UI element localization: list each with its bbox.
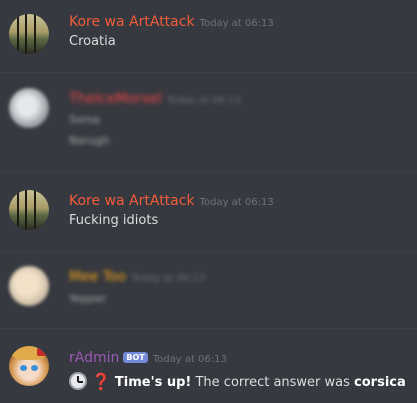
timestamp: Today at 06:13 [166, 95, 241, 106]
timestamp: Today at 06:13 [131, 273, 206, 284]
message-text: Croatia [69, 34, 116, 49]
username[interactable]: Kore wa ArtAttack [69, 14, 195, 30]
avatar-eye [31, 365, 38, 371]
username[interactable]: rAdmin [69, 350, 119, 366]
timestamp: Today at 06:13 [199, 18, 274, 29]
avatar[interactable] [9, 88, 49, 128]
username[interactable]: TheIceMorsel [69, 91, 162, 107]
question-icon: ❓ [91, 372, 111, 391]
bot-tag: BOT [123, 352, 148, 363]
divider [0, 251, 417, 252]
avatar-ribbon [37, 348, 47, 356]
username[interactable]: Kore wa ArtAttack [69, 193, 195, 209]
answer-value: corsica [354, 375, 406, 390]
message-text: ❓ Time's up! The correct answer was corsi… [69, 372, 406, 391]
timestamp: Today at 06:13 [152, 354, 227, 365]
message-text: Fucking idiots [69, 213, 159, 228]
divider [0, 72, 417, 73]
avatar[interactable] [9, 190, 49, 230]
answer-middle: The correct answer was [195, 375, 350, 390]
answer-prefix: Time's up! [114, 375, 192, 390]
message-text: Sorsa [69, 113, 100, 126]
message-text: Narugh [69, 134, 110, 147]
avatar[interactable] [9, 266, 49, 306]
username[interactable]: Mee Too [69, 269, 126, 285]
avatar[interactable] [9, 14, 49, 54]
divider [0, 328, 417, 329]
message-text: Yepper [69, 292, 107, 305]
clock-icon [69, 372, 87, 390]
timestamp: Today at 06:13 [199, 197, 274, 208]
divider [0, 172, 417, 173]
avatar-eye [20, 365, 27, 371]
avatar[interactable] [9, 346, 49, 386]
